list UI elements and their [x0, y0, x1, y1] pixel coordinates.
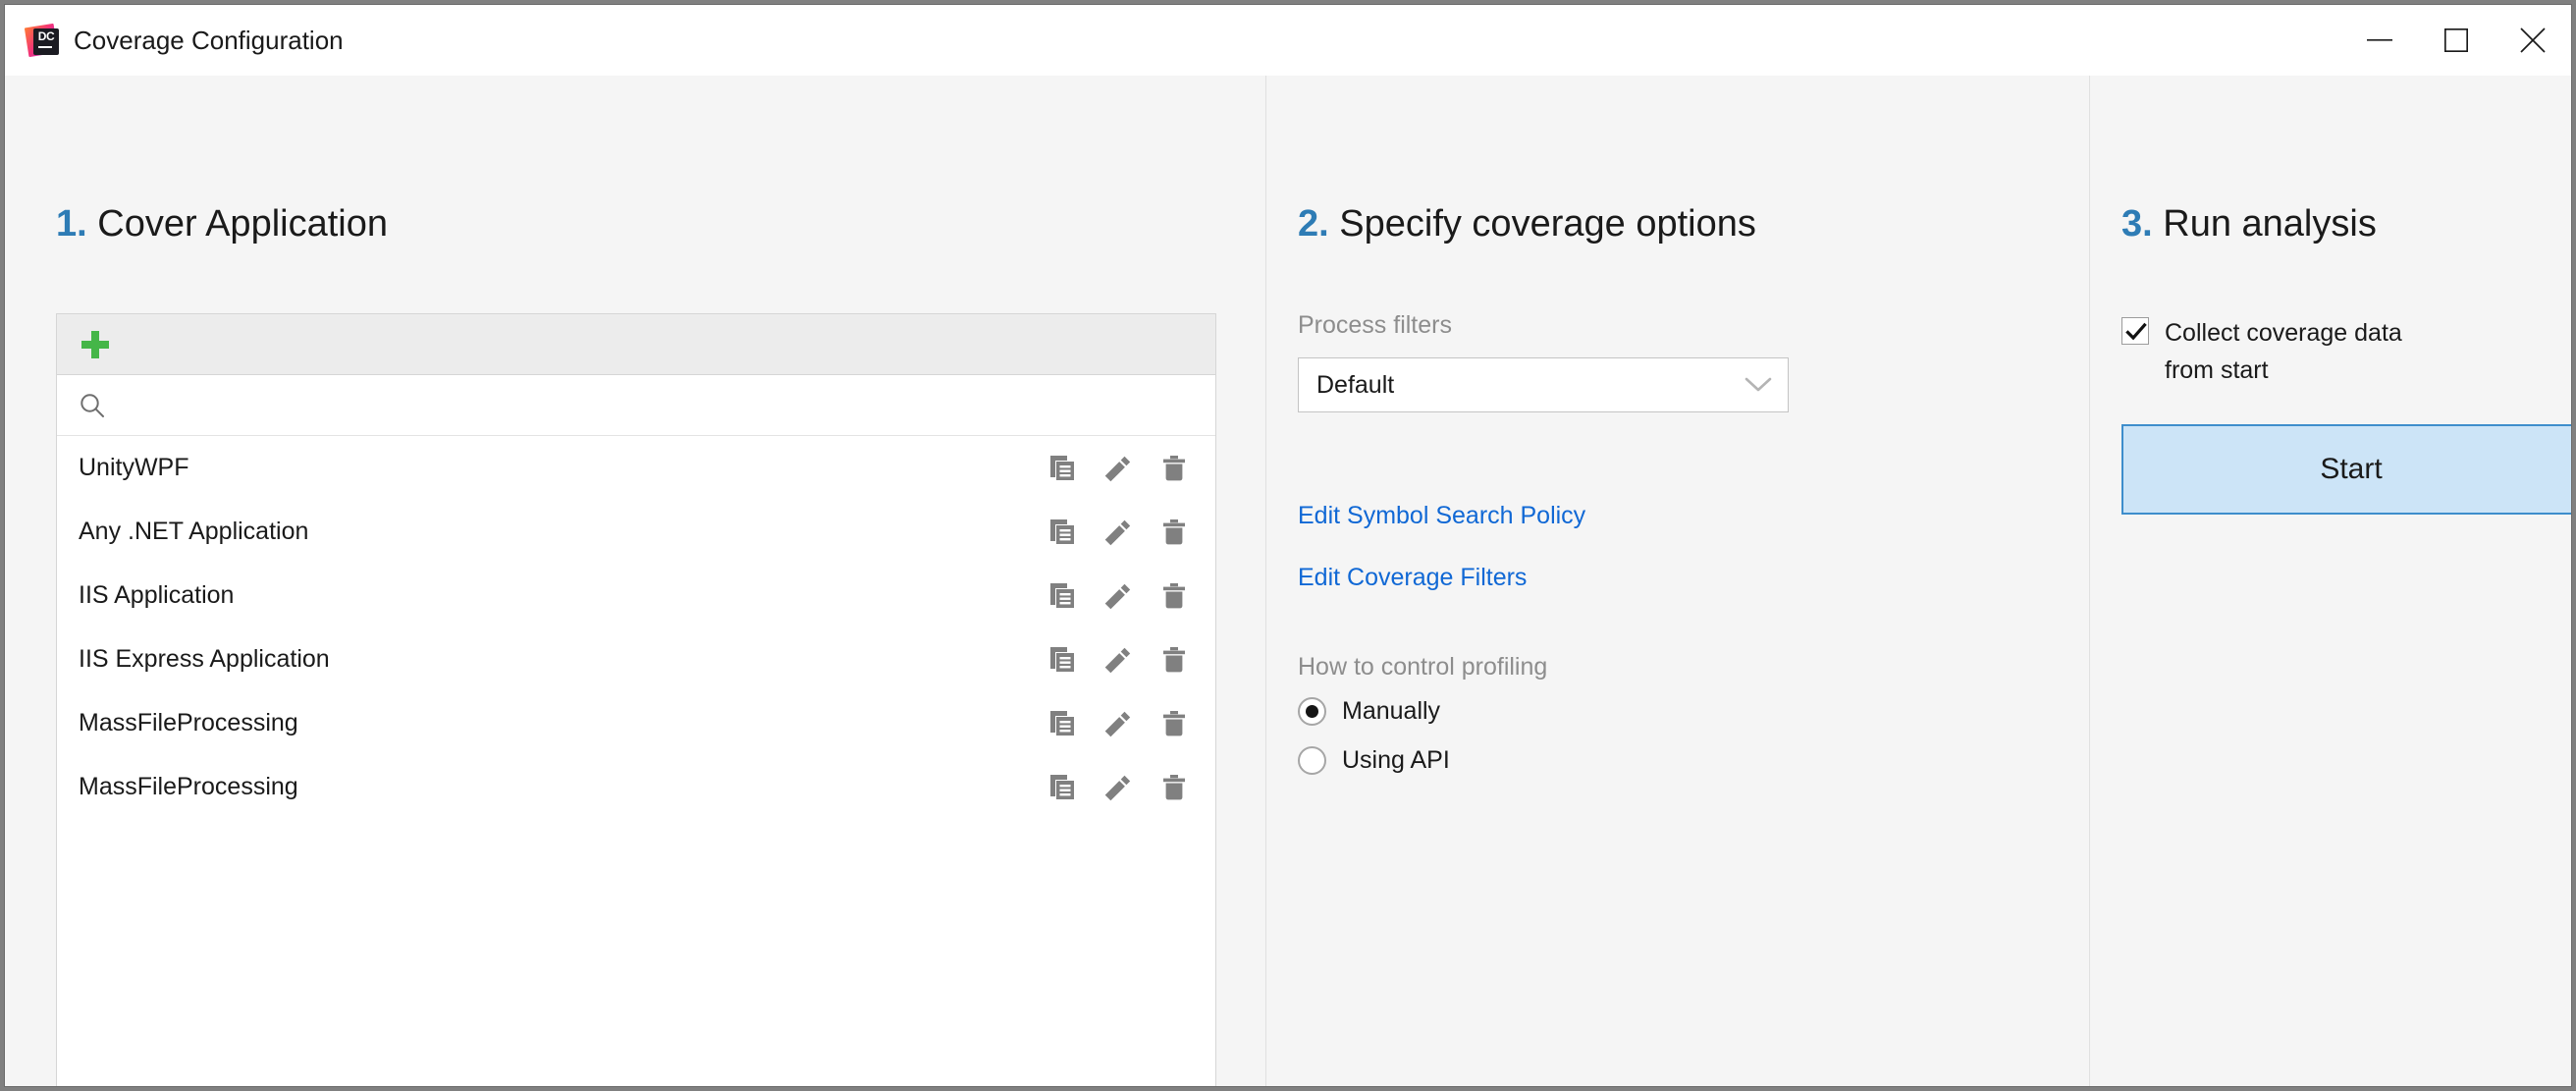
table-row[interactable]: Any .NET Application: [57, 500, 1215, 564]
copy-icon[interactable]: [1043, 640, 1082, 680]
radio-manually-label: Manually: [1342, 697, 1440, 726]
step2-heading: 2. Specify coverage options: [1298, 203, 1756, 245]
process-filters-select[interactable]: Default: [1298, 357, 1789, 412]
title-bar: DC Coverage Configuration: [5, 5, 2571, 76]
table-row[interactable]: MassFileProcessing: [57, 755, 1215, 819]
radio-using-api[interactable]: Using API: [1298, 746, 1450, 775]
row-actions: [1043, 576, 1194, 616]
radio-manually[interactable]: Manually: [1298, 697, 1440, 726]
pencil-icon[interactable]: [1099, 513, 1138, 552]
list-item-label: MassFileProcessing: [79, 709, 1043, 737]
step1-number: 1.: [56, 203, 87, 245]
copy-icon[interactable]: [1043, 704, 1082, 743]
table-row[interactable]: UnityWPF: [57, 436, 1215, 500]
table-row[interactable]: IIS Application: [57, 564, 1215, 627]
copy-icon[interactable]: [1043, 449, 1082, 488]
copy-icon[interactable]: [1043, 576, 1082, 616]
edit-coverage-filters-link[interactable]: Edit Coverage Filters: [1298, 564, 1527, 592]
pencil-icon[interactable]: [1099, 768, 1138, 807]
list-item-label: Any .NET Application: [79, 518, 1043, 546]
step2-title: Specify coverage options: [1339, 203, 1756, 245]
dotcover-icon: DC: [27, 24, 60, 57]
step2-number: 2.: [1298, 203, 1329, 245]
coverage-configuration-window: DC Coverage Configuration 1. Cover Appli…: [4, 4, 2572, 1087]
process-filters-value: Default: [1316, 371, 1744, 400]
table-row[interactable]: MassFileProcessing: [57, 691, 1215, 755]
how-to-control-profiling-label: How to control profiling: [1298, 653, 1547, 682]
panel-cover-application: 1. Cover Application UnityWPF: [5, 76, 1265, 1086]
step1-title: Cover Application: [97, 203, 388, 245]
row-actions: [1043, 640, 1194, 680]
pencil-icon[interactable]: [1099, 449, 1138, 488]
row-actions: [1043, 768, 1194, 807]
list-item-label: IIS Express Application: [79, 645, 1043, 674]
title-bar-left: DC Coverage Configuration: [5, 24, 344, 57]
copy-icon[interactable]: [1043, 768, 1082, 807]
minimize-button[interactable]: [2341, 5, 2418, 76]
trash-icon[interactable]: [1154, 768, 1194, 807]
radio-using-api-label: Using API: [1342, 746, 1450, 775]
row-actions: [1043, 704, 1194, 743]
list-item-label: IIS Application: [79, 581, 1043, 610]
step1-heading: 1. Cover Application: [56, 203, 388, 245]
trash-icon[interactable]: [1154, 449, 1194, 488]
trash-icon[interactable]: [1154, 640, 1194, 680]
panel-run-analysis: 3. Run analysis Collect coverage data fr…: [2090, 76, 2571, 1086]
application-list-box: UnityWPF: [56, 313, 1216, 1087]
step3-number: 3.: [2121, 203, 2153, 245]
trash-icon[interactable]: [1154, 704, 1194, 743]
window-controls: [2341, 5, 2571, 76]
step3-heading: 3. Run analysis: [2121, 203, 2377, 245]
start-button[interactable]: Start: [2121, 424, 2572, 515]
list-toolbar: [57, 314, 1215, 375]
pencil-icon[interactable]: [1099, 640, 1138, 680]
search-row[interactable]: [57, 375, 1215, 436]
panel-coverage-options: 2. Specify coverage options Process filt…: [1266, 76, 2089, 1086]
add-icon[interactable]: [79, 328, 112, 361]
radio-manually-mark: [1298, 697, 1326, 726]
window-body: 1. Cover Application UnityWPF: [5, 76, 2571, 1086]
chevron-down-icon: [1744, 376, 1772, 394]
row-actions: [1043, 513, 1194, 552]
window-title: Coverage Configuration: [74, 26, 344, 56]
pencil-icon[interactable]: [1099, 704, 1138, 743]
step3-title: Run analysis: [2163, 203, 2377, 245]
checkbox-mark: [2121, 317, 2149, 345]
list-item-label: MassFileProcessing: [79, 773, 1043, 801]
search-input[interactable]: [120, 386, 1215, 425]
close-button[interactable]: [2495, 5, 2571, 76]
table-row[interactable]: IIS Express Application: [57, 627, 1215, 691]
radio-using-api-mark: [1298, 746, 1326, 775]
collect-coverage-label: Collect coverage data from start: [2165, 314, 2445, 389]
trash-icon[interactable]: [1154, 513, 1194, 552]
search-icon: [79, 392, 106, 419]
trash-icon[interactable]: [1154, 576, 1194, 616]
list-item-label: UnityWPF: [79, 454, 1043, 482]
row-actions: [1043, 449, 1194, 488]
edit-symbol-search-policy-link[interactable]: Edit Symbol Search Policy: [1298, 502, 1585, 530]
pencil-icon[interactable]: [1099, 576, 1138, 616]
maximize-button[interactable]: [2418, 5, 2495, 76]
application-list: UnityWPF: [57, 436, 1215, 1087]
copy-icon[interactable]: [1043, 513, 1082, 552]
collect-coverage-checkbox[interactable]: Collect coverage data from start: [2121, 314, 2445, 389]
process-filters-label: Process filters: [1298, 311, 1452, 340]
